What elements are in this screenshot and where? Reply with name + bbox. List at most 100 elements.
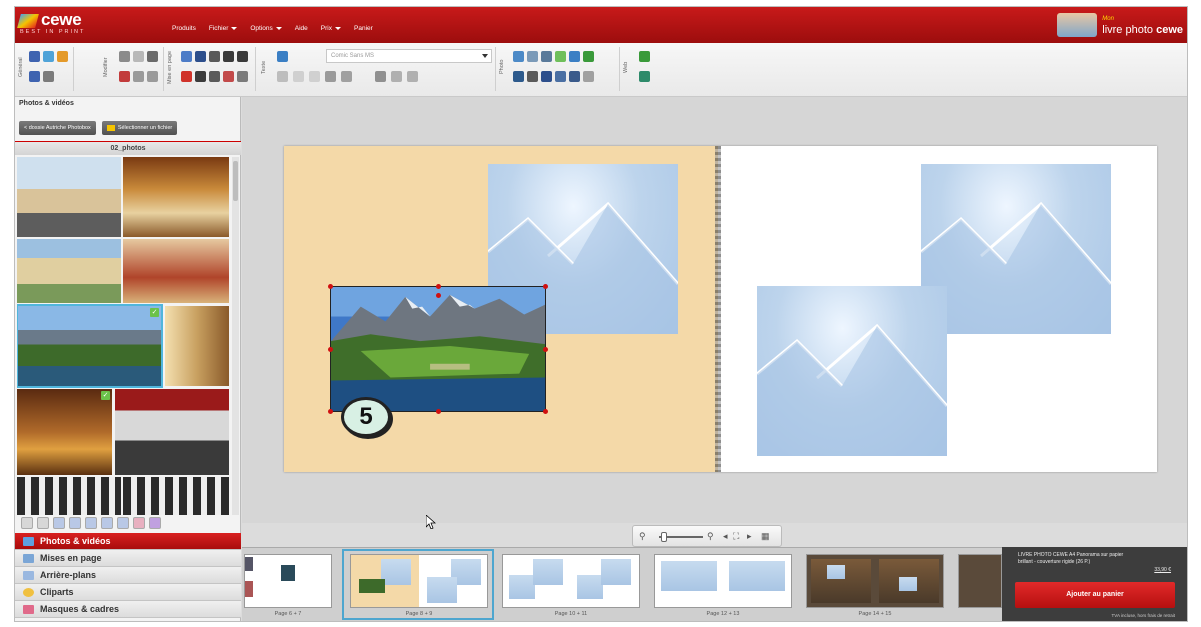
- decrease-font-icon[interactable]: [391, 71, 402, 82]
- zoom-photo-icon[interactable]: [527, 51, 538, 62]
- collage-icon[interactable]: [149, 517, 161, 529]
- menu-prix[interactable]: Prix: [321, 25, 341, 32]
- cut-icon[interactable]: [119, 71, 130, 82]
- product-price[interactable]: 33,90 €: [1154, 567, 1171, 573]
- zoom-out-thumbs-icon[interactable]: [21, 517, 33, 529]
- new-project-icon[interactable]: [43, 51, 54, 62]
- sort-icon[interactable]: [117, 517, 129, 529]
- photo-thumbnail[interactable]: [123, 157, 229, 237]
- delete-icon[interactable]: [147, 51, 158, 62]
- resize-handle[interactable]: [328, 409, 333, 414]
- preview-icon[interactable]: ▦: [761, 531, 770, 542]
- zoom-in-thumbs-icon[interactable]: [37, 517, 49, 529]
- paste-icon[interactable]: [147, 71, 158, 82]
- photo-thumbnail[interactable]: [17, 239, 121, 303]
- bring-front-icon[interactable]: [223, 51, 234, 62]
- font-select[interactable]: Comic Sans MS: [326, 49, 492, 63]
- list-view-icon[interactable]: [53, 517, 65, 529]
- sidebar-scrollbar[interactable]: [232, 157, 239, 515]
- grid-icon[interactable]: [223, 71, 234, 82]
- page-spread[interactable]: 5: [284, 146, 1157, 472]
- rotate-handle[interactable]: [436, 293, 441, 298]
- photo-thumbnail[interactable]: [123, 477, 229, 515]
- photo-more-icon[interactable]: [583, 71, 594, 82]
- shadow-icon[interactable]: [527, 71, 538, 82]
- save-icon[interactable]: [29, 51, 40, 62]
- editor-canvas[interactable]: 5: [242, 97, 1187, 529]
- web-link-icon[interactable]: [639, 71, 650, 82]
- menu-fichier[interactable]: Fichier: [209, 25, 238, 32]
- layer-icon[interactable]: [195, 51, 206, 62]
- menu-produits[interactable]: Produits: [172, 25, 196, 32]
- zoom-in-icon[interactable]: ⚲: [707, 531, 714, 542]
- filmstrip-page-14-15[interactable]: [806, 554, 944, 608]
- back-folder-button[interactable]: < dossie Autriche Photobox: [19, 121, 96, 135]
- resize-handle[interactable]: [543, 347, 548, 352]
- filmstrip-page-10-11[interactable]: [502, 554, 640, 608]
- color-correct-icon[interactable]: [555, 51, 566, 62]
- redo-icon[interactable]: [133, 51, 144, 62]
- enhance-icon[interactable]: [583, 51, 594, 62]
- grid-view-icon[interactable]: [69, 517, 81, 529]
- menu-options[interactable]: Options: [250, 25, 282, 32]
- nav-layouts[interactable]: Mises en page: [15, 550, 241, 567]
- select-file-button[interactable]: Sélectionner un fichier: [101, 121, 178, 135]
- prev-page-icon[interactable]: ◂: [723, 531, 728, 542]
- photo-thumbnail[interactable]: [115, 389, 229, 475]
- nav-backgrounds[interactable]: Arrière-plans: [15, 567, 241, 584]
- text-more-icon[interactable]: [407, 71, 418, 82]
- crop-icon[interactable]: [569, 51, 580, 62]
- resize-handle[interactable]: [543, 284, 548, 289]
- photo-thumbnail[interactable]: [17, 157, 121, 237]
- font-size-icon[interactable]: [341, 71, 352, 82]
- copy-icon[interactable]: [133, 71, 144, 82]
- photo-placeholder[interactable]: [757, 286, 947, 456]
- selected-photo-alpine-lake[interactable]: [328, 284, 548, 414]
- font-color-icon[interactable]: [325, 71, 336, 82]
- underline-icon[interactable]: [309, 71, 320, 82]
- filmstrip-page-12-13[interactable]: [654, 554, 792, 608]
- edit-photo-icon[interactable]: [513, 71, 524, 82]
- mask-frame-icon[interactable]: [569, 71, 580, 82]
- fullscreen-icon[interactable]: ⛶: [733, 531, 739, 542]
- photo-frame-icon[interactable]: [513, 51, 524, 62]
- filmstrip-page-next[interactable]: [958, 554, 1002, 608]
- align-icon[interactable]: [209, 51, 220, 62]
- filter-icon[interactable]: [541, 71, 552, 82]
- rotate-left-icon[interactable]: [181, 71, 192, 82]
- undo-icon[interactable]: [119, 51, 130, 62]
- photo-thumbnail[interactable]: [17, 477, 121, 515]
- gear-icon[interactable]: [43, 71, 54, 82]
- resize-handle[interactable]: [328, 284, 333, 289]
- resize-handle[interactable]: [436, 284, 441, 289]
- photo-thumbnail[interactable]: [165, 306, 229, 386]
- left-page[interactable]: 5: [284, 146, 718, 472]
- web-upload-icon[interactable]: [639, 51, 650, 62]
- bold-icon[interactable]: [277, 71, 288, 82]
- filmstrip-page-8-9[interactable]: [350, 554, 488, 608]
- rotate-right-icon[interactable]: [195, 71, 206, 82]
- add-to-cart-button[interactable]: Ajouter au panier: [1015, 582, 1175, 608]
- send-back-icon[interactable]: [237, 51, 248, 62]
- flip-icon[interactable]: [209, 71, 220, 82]
- photo-placeholder[interactable]: [921, 164, 1111, 334]
- photo-thumbnail[interactable]: ✓: [17, 389, 112, 475]
- right-page[interactable]: [721, 146, 1157, 472]
- nav-cliparts[interactable]: Cliparts: [15, 584, 241, 601]
- menu-panier[interactable]: Panier: [354, 25, 373, 32]
- resize-handle[interactable]: [328, 347, 333, 352]
- resize-handle[interactable]: [436, 409, 441, 414]
- filmstrip-page-6-7[interactable]: [244, 554, 332, 608]
- increase-font-icon[interactable]: [375, 71, 386, 82]
- nav-photos-videos[interactable]: Photos & vidéos: [15, 533, 241, 550]
- effects-icon[interactable]: [541, 51, 552, 62]
- grid-small-view-icon[interactable]: [85, 517, 97, 529]
- page-layout-icon[interactable]: [181, 51, 192, 62]
- next-page-icon[interactable]: ▸: [747, 531, 752, 542]
- resize-handle[interactable]: [543, 409, 548, 414]
- save-as-icon[interactable]: [29, 71, 40, 82]
- user-icon[interactable]: [57, 51, 68, 62]
- photo-thumbnail-selected[interactable]: ✓: [17, 304, 163, 388]
- filter-thumbs-icon[interactable]: [133, 517, 145, 529]
- zoom-out-icon[interactable]: ⚲: [639, 531, 646, 542]
